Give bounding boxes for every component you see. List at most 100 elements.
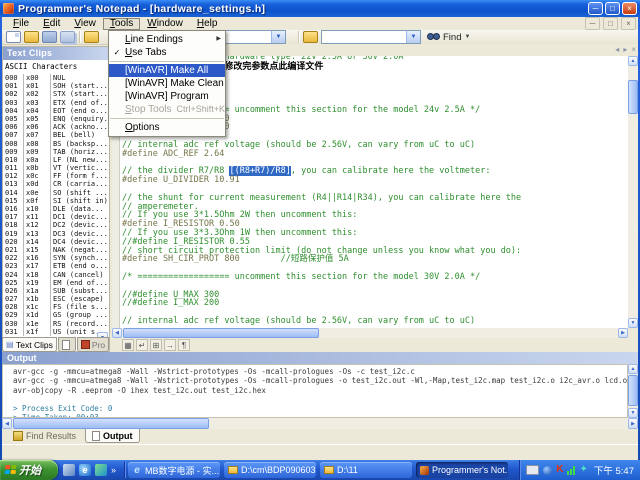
editor-option-icon-4[interactable]: ¶ xyxy=(178,339,190,351)
editor-vscroll-thumb[interactable] xyxy=(628,80,638,114)
antivirus-k-tray-icon[interactable]: K xyxy=(556,465,563,475)
clip-row[interactable]: 013x0dCR (carria... xyxy=(3,180,109,188)
find-dropdown-caret-icon[interactable]: ▼ xyxy=(464,34,470,40)
output-vscroll-thumb[interactable] xyxy=(628,375,638,406)
taskbar-button[interactable]: D:\11 xyxy=(320,462,412,478)
scroll-left-icon[interactable]: ◀ xyxy=(2,418,12,429)
mdi-minimize-button[interactable]: ─ xyxy=(585,17,600,30)
clip-row[interactable]: 031x1fUS (unit s... xyxy=(3,328,109,336)
clip-set-name[interactable]: ASCII Characters xyxy=(3,60,109,72)
menu-tools[interactable]: Tools xyxy=(103,18,140,30)
tab-scroll-right-icon[interactable]: ▸ xyxy=(623,45,627,55)
editor-hscroll-thumb[interactable] xyxy=(123,328,319,338)
tab-text-clips[interactable]: ▤ Text Clips xyxy=(2,337,57,352)
taskbar-button[interactable]: D:\cm\BDP090603 xyxy=(224,462,316,478)
clip-row[interactable]: 001x01SOH (start... xyxy=(3,82,109,90)
menu-help[interactable]: Help xyxy=(190,18,225,30)
clip-row[interactable]: 014x0eSO (shift ... xyxy=(3,189,109,197)
clip-row[interactable]: 028x1cFS (file s... xyxy=(3,303,109,311)
clip-row[interactable]: 007x07BEL (bell) xyxy=(3,131,109,139)
menu-item-1[interactable]: ✓Use Tabs xyxy=(109,46,225,59)
editor-option-icon-0[interactable]: ▦ xyxy=(122,339,134,351)
restore-button[interactable]: □ xyxy=(605,2,620,15)
mdi-restore-button[interactable]: □ xyxy=(603,17,618,30)
close-button[interactable]: × xyxy=(622,2,637,15)
new-file-button[interactable] xyxy=(6,31,21,43)
chevron-down-icon[interactable]: ▼ xyxy=(271,31,285,43)
clip-row[interactable]: 016x10DLE (data... xyxy=(3,205,109,213)
clip-row[interactable]: 004x04EOT (end o... xyxy=(3,107,109,115)
find-button[interactable]: Find ▼ xyxy=(427,30,470,44)
start-button[interactable]: 开始 xyxy=(0,460,58,480)
messenger-star-tray-icon[interactable]: ✦ xyxy=(579,465,587,475)
menu-window[interactable]: Window xyxy=(140,18,190,30)
tab-projects[interactable]: Pro xyxy=(77,337,109,352)
scroll-up-icon[interactable]: ▲ xyxy=(628,56,638,66)
clip-row[interactable]: 009x09TAB (horiz... xyxy=(3,148,109,156)
menu-item-4[interactable]: [WinAVR] Make Clean xyxy=(109,77,225,90)
clip-row[interactable]: 020x14DC4 (devic... xyxy=(3,238,109,246)
clip-row[interactable]: 006x06ACK (ackno... xyxy=(3,123,109,131)
editor-option-icon-3[interactable]: → xyxy=(164,339,176,351)
open-file-button[interactable] xyxy=(24,31,39,43)
quick-launch-overflow-icon[interactable]: » xyxy=(111,465,116,475)
quick-launch-ie-icon[interactable]: e xyxy=(79,464,91,476)
tab-output[interactable]: Output xyxy=(85,429,140,443)
clip-row[interactable]: 024x18CAN (cancel) xyxy=(3,271,109,279)
clip-row[interactable]: 025x19EM (end of... xyxy=(3,279,109,287)
menu-item-5[interactable]: [WinAVR] Program xyxy=(109,90,225,103)
editor-option-icon-1[interactable]: ↵ xyxy=(136,339,148,351)
menu-item-3[interactable]: [WinAVR] Make All xyxy=(109,64,225,77)
save-all-button[interactable] xyxy=(60,31,75,43)
clip-row[interactable]: 022x16SYN (synch... xyxy=(3,254,109,262)
taskbar-button[interactable]: Programmer's Not... xyxy=(416,462,508,478)
minimize-button[interactable]: ─ xyxy=(588,2,603,15)
input-method-tray-icon[interactable] xyxy=(526,465,539,475)
clip-row[interactable]: 015x0fSI (shift in) xyxy=(3,197,109,205)
clip-row[interactable]: 000x00NUL xyxy=(3,74,109,82)
tab-scroll-left-icon[interactable]: ◂ xyxy=(615,45,619,55)
scroll-down-icon[interactable]: ▼ xyxy=(628,318,638,328)
media-player-tray-icon[interactable] xyxy=(543,466,552,475)
clip-row[interactable]: 002x02STX (start... xyxy=(3,90,109,98)
output-vscrollbar[interactable]: ▲ ▼ xyxy=(628,364,638,418)
menu-view[interactable]: View xyxy=(67,18,103,30)
open-project-button[interactable] xyxy=(84,31,99,43)
scroll-up-icon[interactable]: ▲ xyxy=(628,364,638,374)
scroll-right-icon[interactable]: ▶ xyxy=(618,328,628,338)
mdi-close-button[interactable]: × xyxy=(621,17,636,30)
quick-launch-icon-1[interactable] xyxy=(63,464,75,476)
clip-row[interactable]: 030x1eRS (record... xyxy=(3,320,109,328)
editor-vscrollbar[interactable]: ▲ ▼ xyxy=(628,56,638,328)
clip-row[interactable]: 012x0cFF (form f... xyxy=(3,172,109,180)
clip-row[interactable]: 010x0aLF (NL new... xyxy=(3,156,109,164)
clip-row[interactable]: 021x15NAK (negat... xyxy=(3,246,109,254)
browse-button[interactable] xyxy=(303,31,318,43)
clip-row[interactable]: 017x11DC1 (devic... xyxy=(3,213,109,221)
tab-document[interactable] xyxy=(58,337,76,352)
output-hscrollbar[interactable]: ◀ ▶ xyxy=(2,418,638,429)
tab-find-results[interactable]: Find Results xyxy=(6,429,83,443)
clip-row[interactable]: 005x05ENQ (enquiry... xyxy=(3,115,109,123)
output-hscroll-thumb[interactable] xyxy=(13,418,209,429)
scroll-left-icon[interactable]: ◀ xyxy=(112,328,122,338)
clip-row[interactable]: 023x17ETB (end o... xyxy=(3,262,109,270)
network-signal-tray-icon[interactable] xyxy=(567,466,575,475)
clip-row[interactable]: 029x1dGS (group ... xyxy=(3,311,109,319)
menu-edit[interactable]: Edit xyxy=(36,18,67,30)
scroll-right-icon[interactable]: ▶ xyxy=(628,418,638,429)
clip-row[interactable]: 026x1aSUB (subst... xyxy=(3,287,109,295)
clip-row[interactable]: 011x0bVT (vertic... xyxy=(3,164,109,172)
quick-launch-icon-3[interactable] xyxy=(95,464,107,476)
menu-item-0[interactable]: Line Endings▶ xyxy=(109,33,225,46)
clip-row[interactable]: 018x12DC2 (devic... xyxy=(3,221,109,229)
clip-row[interactable]: 003x03ETX (end of... xyxy=(3,99,109,107)
search-combobox[interactable]: ▼ xyxy=(321,30,421,44)
taskbar-button[interactable]: eMB数字电源 - 实... xyxy=(128,462,220,478)
tab-close-icon[interactable]: × xyxy=(631,45,636,55)
editor-option-icon-2[interactable]: ⊞ xyxy=(150,339,162,351)
save-button[interactable] xyxy=(42,31,57,43)
chevron-down-icon[interactable]: ▼ xyxy=(406,31,420,43)
menu-file[interactable]: File xyxy=(6,18,36,30)
clip-row[interactable]: 008x08BS (backsp... xyxy=(3,140,109,148)
